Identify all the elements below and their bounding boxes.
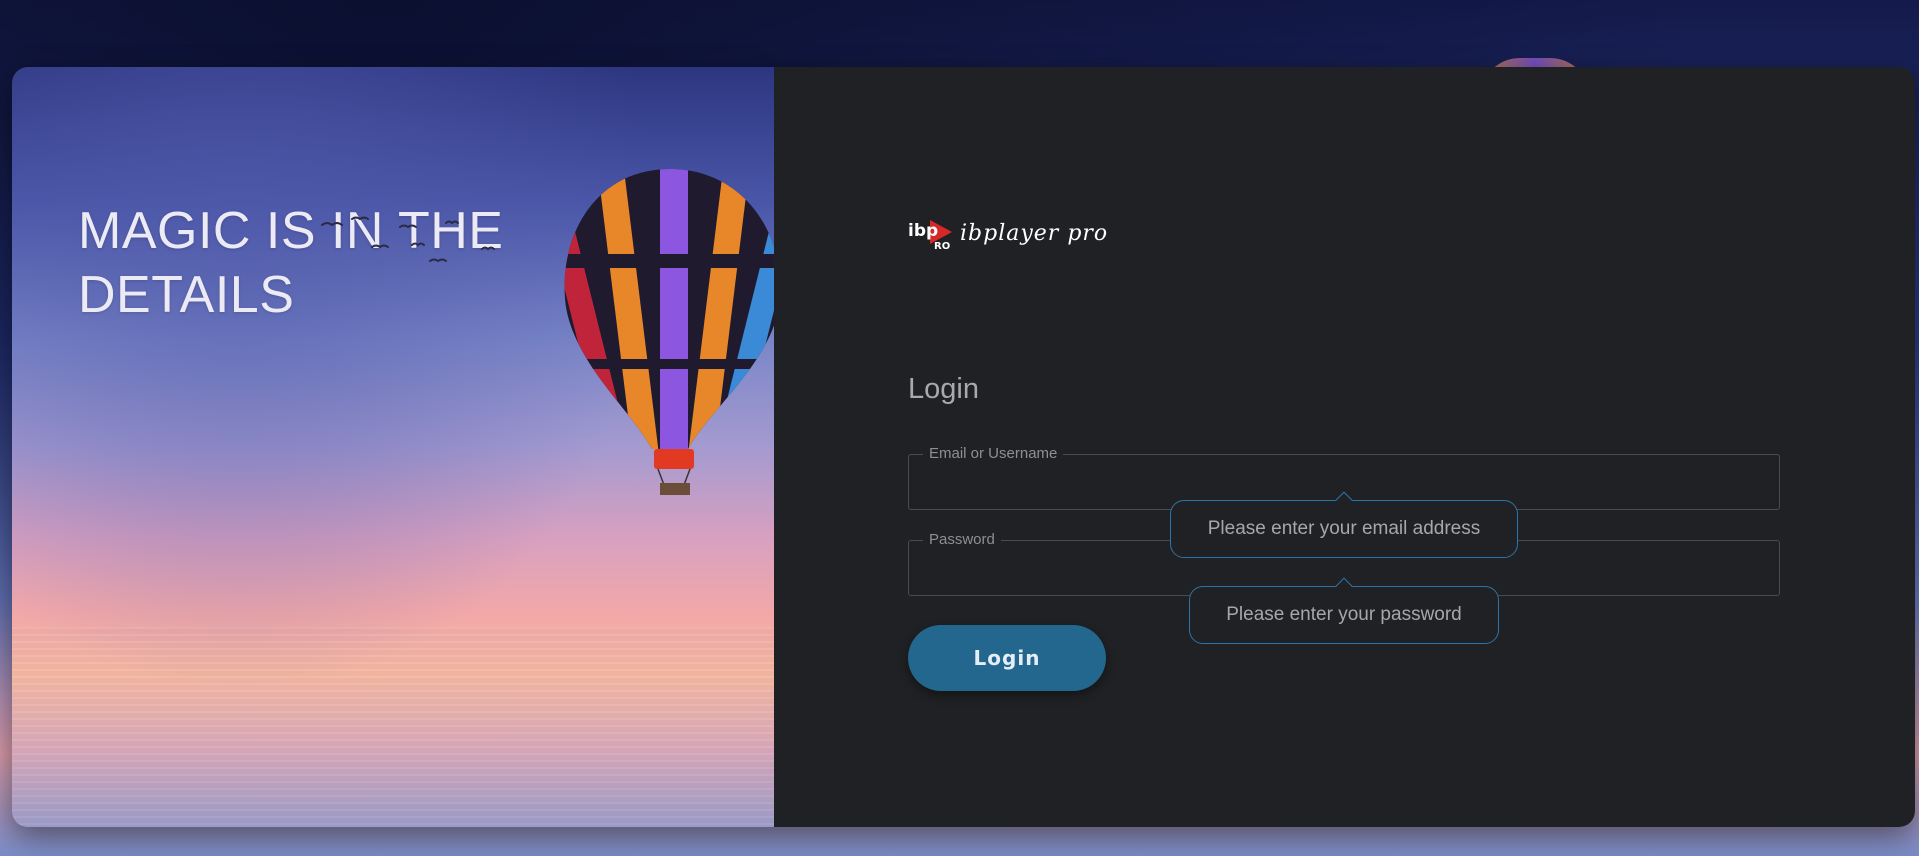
password-tooltip: Please enter your password [1189,586,1499,644]
brand-logo-mark: ibp RO [908,216,954,252]
login-heading: Login [908,373,979,405]
email-tooltip: Please enter your email address [1170,500,1518,558]
svg-text:ibp: ibp [908,221,938,241]
login-panel: ibp RO ibplayer pro Login Email or Usern… [774,67,1915,827]
brand-logo: ibp RO ibplayer pro [908,213,1108,253]
login-card: MAGIC IS IN THE DETAILS ibp RO ibplayer … [12,67,1915,827]
birds-illustration [321,216,495,263]
sea-reflection [12,627,774,827]
hot-air-balloon-illustration [564,169,774,495]
brand-name: ibplayer pro [960,220,1109,246]
svg-text:RO: RO [934,241,950,250]
hero-image: MAGIC IS IN THE DETAILS [12,67,774,827]
login-button[interactable]: Login [908,625,1106,691]
play-icon: ibp RO [908,220,952,252]
